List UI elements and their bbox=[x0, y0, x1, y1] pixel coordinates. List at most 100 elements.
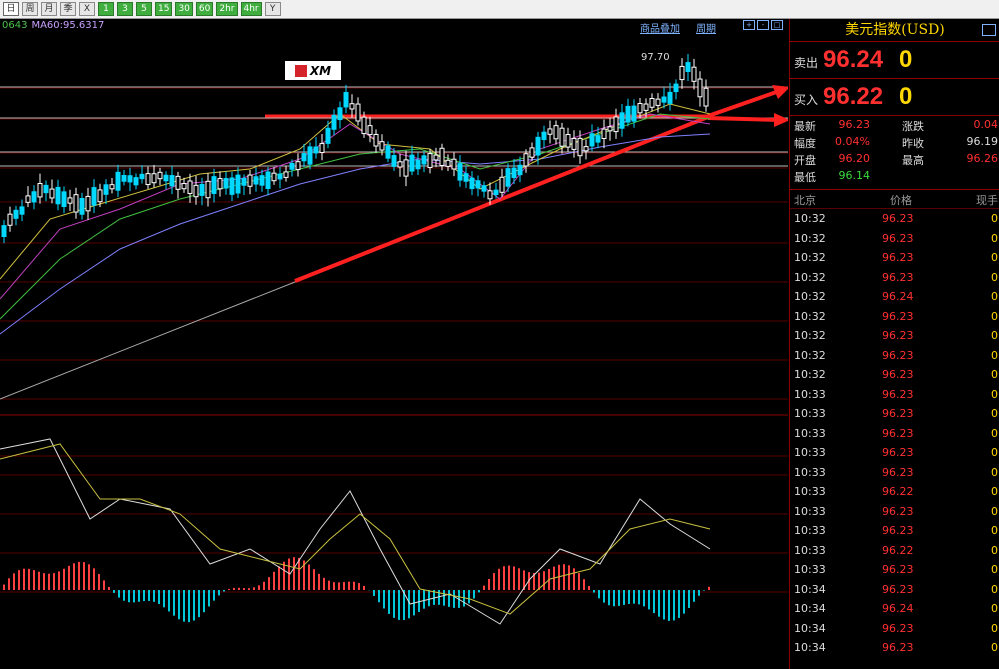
chart-canvas bbox=[0, 54, 788, 625]
quote-panel: 美元指数(USD) 卖出 96.24 0 买入 96.22 0 最新 96.23 涨… bbox=[789, 19, 999, 669]
candle-body bbox=[271, 172, 277, 182]
stat-label: 开盘 bbox=[794, 154, 816, 167]
tick-row: 10:32 96.23 0 bbox=[790, 268, 999, 288]
tick-row: 10:33 96.23 0 bbox=[790, 463, 999, 483]
candle-body bbox=[97, 189, 103, 203]
period-link[interactable]: 周期 bbox=[696, 24, 716, 35]
candle-body bbox=[229, 177, 235, 195]
period-button[interactable]: 日 bbox=[3, 2, 19, 16]
ticks-header-price: 价格 bbox=[890, 194, 912, 207]
candle-body bbox=[415, 159, 421, 170]
ticks-header-qty: 现手 bbox=[976, 194, 998, 207]
candle-body bbox=[109, 184, 115, 190]
candle-body bbox=[205, 180, 211, 199]
window-icon[interactable] bbox=[982, 24, 996, 36]
period-button[interactable]: 15 bbox=[155, 2, 173, 16]
period-button[interactable]: 季 bbox=[60, 2, 76, 16]
candle-body bbox=[529, 147, 535, 158]
period-button[interactable]: 2hr bbox=[216, 2, 238, 16]
period-button[interactable]: 30 bbox=[175, 2, 193, 16]
tick-row: 10:33 96.23 0 bbox=[790, 443, 999, 463]
period-button[interactable]: 3 bbox=[117, 2, 133, 16]
tick-time: 10:32 bbox=[794, 212, 826, 225]
tick-row: 10:32 96.23 0 bbox=[790, 365, 999, 385]
candle-body bbox=[481, 185, 487, 192]
support-trendline bbox=[294, 115, 709, 283]
period-button[interactable]: Y bbox=[264, 2, 281, 16]
candle-body bbox=[37, 183, 43, 198]
candle-body bbox=[613, 116, 619, 133]
candle-body bbox=[517, 164, 523, 176]
tick-time: 10:32 bbox=[794, 251, 826, 264]
candle-body bbox=[439, 147, 445, 166]
stat-label: 幅度 bbox=[794, 137, 816, 150]
period-button[interactable]: 月 bbox=[41, 2, 57, 16]
candle-body bbox=[103, 184, 109, 195]
sell-row: 卖出 96.24 0 bbox=[790, 42, 999, 79]
tick-qty: 0 bbox=[991, 524, 998, 537]
candle-body bbox=[625, 105, 631, 123]
tick-row: 10:32 96.23 0 bbox=[790, 248, 999, 268]
candle-body bbox=[319, 143, 325, 154]
period-button[interactable]: 周 bbox=[22, 2, 38, 16]
candle-body bbox=[361, 116, 367, 135]
tick-time: 10:32 bbox=[794, 329, 826, 342]
tick-row: 10:33 96.23 0 bbox=[790, 502, 999, 522]
stat-label: 涨跌 bbox=[902, 120, 924, 133]
candle-body bbox=[295, 161, 301, 171]
candle-body bbox=[151, 173, 157, 184]
candle-body bbox=[241, 177, 247, 186]
candle-body bbox=[589, 133, 595, 147]
candle-body bbox=[49, 188, 55, 199]
kline-chart[interactable] bbox=[0, 19, 788, 669]
candle-body bbox=[199, 183, 205, 196]
candle-body bbox=[451, 158, 457, 170]
candle-body bbox=[13, 209, 19, 219]
candle-body bbox=[337, 107, 343, 121]
stat-value: 96.14 bbox=[838, 169, 871, 182]
tick-time: 10:33 bbox=[794, 563, 826, 576]
tick-row: 10:34 96.23 0 bbox=[790, 580, 999, 600]
candle-body bbox=[19, 206, 25, 215]
buy-volume: 0 bbox=[899, 83, 913, 110]
candle-body bbox=[487, 190, 493, 200]
candle-body bbox=[661, 96, 667, 103]
candle-body bbox=[193, 184, 199, 198]
period-button[interactable]: 60 bbox=[195, 2, 214, 16]
tick-price: 96.23 bbox=[882, 446, 914, 459]
candle-body bbox=[553, 125, 559, 140]
tick-time: 10:34 bbox=[794, 641, 826, 654]
tick-price: 96.23 bbox=[882, 563, 914, 576]
period-button[interactable]: 1 bbox=[98, 2, 114, 16]
tick-row: 10:33 96.22 0 bbox=[790, 541, 999, 561]
expand-icon[interactable]: □ bbox=[771, 20, 783, 30]
ticks-list[interactable]: 10:32 96.23 0 10:32 96.23 0 10:32 96.23 0 10:32 96… bbox=[790, 209, 999, 658]
candle-body bbox=[559, 127, 565, 147]
tick-time: 10:33 bbox=[794, 465, 826, 479]
tick-price: 96.23 bbox=[882, 641, 914, 654]
stat-value: 0.04% bbox=[835, 135, 870, 148]
stat-value: 96.19 bbox=[966, 135, 999, 148]
tick-price: 96.23 bbox=[882, 329, 914, 342]
tick-time: 10:32 bbox=[794, 231, 826, 245]
candle-body bbox=[577, 137, 583, 157]
candle-body bbox=[631, 105, 637, 122]
overlay-link[interactable]: 商品叠加 bbox=[640, 24, 680, 35]
period-button[interactable]: 5 bbox=[136, 2, 152, 16]
tick-time: 10:32 bbox=[794, 368, 826, 381]
candle-body bbox=[535, 136, 541, 156]
stat-value: 96.23 bbox=[838, 118, 871, 131]
candle-body bbox=[91, 187, 97, 206]
candle-body bbox=[493, 189, 499, 196]
tick-row: 10:33 96.23 0 bbox=[790, 424, 999, 444]
zoom-in-icon[interactable]: + bbox=[743, 20, 755, 30]
tick-qty: 0 bbox=[991, 231, 998, 245]
tick-price: 96.22 bbox=[882, 485, 914, 498]
period-button[interactable]: 4hr bbox=[240, 2, 262, 16]
period-button[interactable]: X bbox=[79, 2, 95, 16]
tick-qty: 0 bbox=[991, 407, 998, 420]
candle-body bbox=[421, 155, 427, 165]
tick-row: 10:32 96.24 0 bbox=[790, 287, 999, 307]
candle-body bbox=[331, 114, 337, 130]
zoom-out-icon[interactable]: - bbox=[757, 20, 769, 30]
